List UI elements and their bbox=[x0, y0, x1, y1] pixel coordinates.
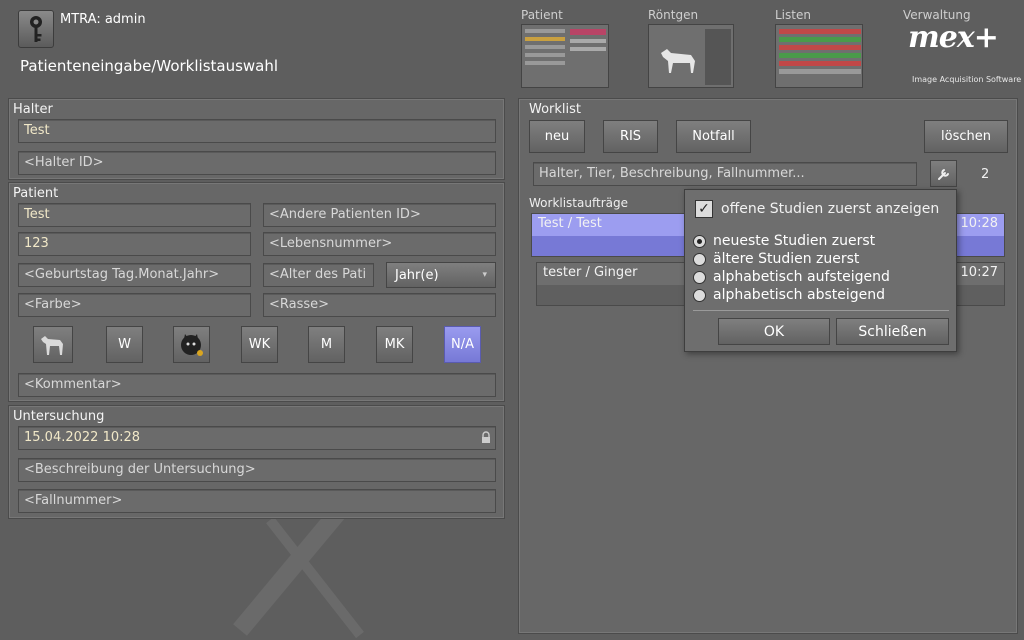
exam-description-field[interactable]: <Beschreibung der Untersuchung> bbox=[18, 458, 496, 482]
case-number-field[interactable]: <Fallnummer> bbox=[18, 489, 496, 513]
filter-settings-button[interactable] bbox=[930, 160, 957, 187]
open-studies-first-option[interactable]: ✓ offene Studien zuerst anzeigen bbox=[695, 200, 939, 218]
new-button[interactable]: neu bbox=[529, 120, 585, 153]
nav-roentgen-label: Röntgen bbox=[648, 8, 699, 22]
nav-patient[interactable]: Patient bbox=[521, 8, 609, 88]
cat-icon bbox=[180, 333, 203, 356]
order-name: tester / Ginger bbox=[543, 265, 638, 280]
nav-roentgen-thumbnail bbox=[648, 24, 734, 88]
ris-button[interactable]: RIS bbox=[603, 120, 658, 153]
radio[interactable] bbox=[693, 252, 706, 266]
lebensnummer-field[interactable]: <Lebensnummer> bbox=[263, 232, 496, 256]
sort-newest-label: neueste Studien zuerst bbox=[713, 233, 876, 249]
emergency-button[interactable]: Notfall bbox=[676, 120, 751, 153]
sort-alpha-desc-label: alphabetisch absteigend bbox=[713, 287, 886, 303]
exam-datetime-value: 15.04.2022 10:28 bbox=[24, 430, 141, 445]
close-button[interactable]: Schließen bbox=[836, 318, 949, 345]
radio[interactable] bbox=[693, 270, 706, 284]
sort-alpha-desc-option[interactable]: alphabetisch absteigend bbox=[693, 286, 890, 304]
nav-listen-label: Listen bbox=[775, 8, 811, 22]
order-name: Test / Test bbox=[538, 216, 602, 231]
patient-name-field[interactable]: Test bbox=[18, 203, 251, 227]
comment-field[interactable]: <Kommentar> bbox=[18, 373, 496, 397]
halter-name-field[interactable]: Test bbox=[18, 119, 496, 143]
orders-title: Worklistaufträge bbox=[529, 196, 628, 210]
age-unit-select[interactable]: Jahr(e) ▾ bbox=[386, 262, 496, 288]
exam-datetime-field[interactable]: 15.04.2022 10:28 bbox=[18, 426, 496, 450]
sort-oldest-label: ältere Studien zuerst bbox=[713, 251, 860, 267]
sort-alpha-asc-label: alphabetisch aufsteigend bbox=[713, 269, 890, 285]
wrench-icon bbox=[937, 168, 949, 180]
dog-icon bbox=[41, 335, 63, 355]
worklist-search-input[interactable]: Halter, Tier, Beschreibung, Fallnummer..… bbox=[533, 162, 917, 186]
species-cat-button[interactable] bbox=[173, 326, 210, 363]
order-time: 10:27 bbox=[960, 265, 998, 280]
patient-title: Patient bbox=[13, 186, 59, 201]
background-x-watermark bbox=[233, 504, 364, 639]
halter-id-field[interactable]: <Halter ID> bbox=[18, 151, 496, 175]
nav-listen-thumbnail bbox=[775, 24, 863, 88]
delete-button[interactable]: löschen bbox=[924, 120, 1008, 153]
sex-na-button[interactable]: N/A bbox=[444, 326, 481, 363]
divider bbox=[693, 310, 949, 311]
sex-m-button[interactable]: M bbox=[308, 326, 345, 363]
logout-key-button[interactable] bbox=[18, 10, 54, 48]
sex-w-button[interactable]: W bbox=[106, 326, 143, 363]
untersuchung-panel: Untersuchung 15.04.2022 10:28 <Beschreib… bbox=[8, 405, 505, 519]
sort-alpha-asc-option[interactable]: alphabetisch aufsteigend bbox=[693, 268, 890, 286]
patient-panel: Patient Test <Andere Patienten ID> 123 <… bbox=[8, 182, 505, 402]
worklist-title: Worklist bbox=[529, 102, 582, 117]
sort-radio-group: neueste Studien zuerst ältere Studien zu… bbox=[693, 232, 890, 304]
open-studies-first-label: offene Studien zuerst anzeigen bbox=[721, 201, 940, 217]
order-time: 10:28 bbox=[960, 216, 998, 231]
age-unit-value: Jahr(e) bbox=[395, 267, 439, 283]
sex-wk-button[interactable]: WK bbox=[241, 326, 278, 363]
chevron-down-icon: ▾ bbox=[482, 270, 487, 280]
mex-logo: mex+ bbox=[908, 20, 999, 55]
untersuchung-title: Untersuchung bbox=[13, 409, 105, 424]
worklist-count: 2 bbox=[981, 167, 990, 182]
sort-options-popup: ✓ offene Studien zuerst anzeigen neueste… bbox=[684, 189, 957, 352]
radio-selected[interactable] bbox=[693, 234, 706, 248]
other-patient-id-field[interactable]: <Andere Patienten ID> bbox=[263, 203, 496, 227]
nav-listen[interactable]: Listen bbox=[775, 8, 863, 88]
halter-panel: Halter Test <Halter ID> bbox=[8, 98, 505, 180]
radio[interactable] bbox=[693, 288, 706, 302]
nav-patient-thumbnail bbox=[521, 24, 609, 88]
checkbox-checked[interactable]: ✓ bbox=[695, 200, 713, 218]
key-icon bbox=[30, 16, 42, 42]
worklist-panel: Worklist neu RIS Notfall löschen Halter,… bbox=[518, 98, 1018, 634]
sort-oldest-option[interactable]: ältere Studien zuerst bbox=[693, 250, 890, 268]
color-field[interactable]: <Farbe> bbox=[18, 293, 251, 317]
user-label: MTRA: admin bbox=[60, 12, 146, 27]
nav-roentgen[interactable]: Röntgen bbox=[648, 8, 734, 88]
logo-subtitle: Image Acquisition Software bbox=[912, 75, 1022, 84]
sort-newest-option[interactable]: neueste Studien zuerst bbox=[693, 232, 890, 250]
ok-button[interactable]: OK bbox=[718, 318, 830, 345]
age-field[interactable]: <Alter des Pati bbox=[263, 263, 374, 287]
lock-icon bbox=[482, 431, 490, 443]
halter-title: Halter bbox=[13, 102, 53, 117]
sex-mk-button[interactable]: MK bbox=[376, 326, 413, 363]
nav-patient-label: Patient bbox=[521, 8, 563, 22]
species-dog-button[interactable] bbox=[33, 326, 73, 363]
patient-number-field[interactable]: 123 bbox=[18, 232, 251, 256]
birthday-field[interactable]: <Geburtstag Tag.Monat.Jahr> bbox=[18, 263, 251, 287]
breed-field[interactable]: <Rasse> bbox=[263, 293, 496, 317]
page-title: Patienteneingabe/Worklistauswahl bbox=[20, 57, 279, 75]
dog-icon bbox=[661, 49, 695, 73]
